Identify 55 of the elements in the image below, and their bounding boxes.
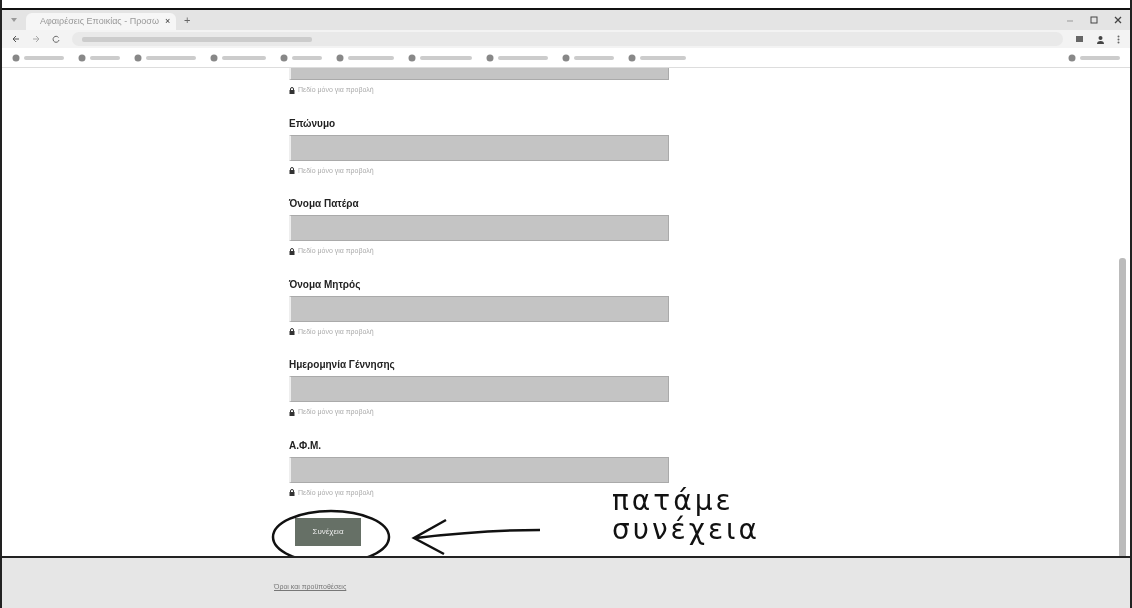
input-field[interactable] <box>289 376 669 402</box>
handwritten-note: συνέχεια <box>612 515 760 545</box>
tab-title: Αφαιρέσεις Εποικίας - Προσω <box>40 15 159 29</box>
close-icon[interactable] <box>1114 16 1122 24</box>
bookmark-item[interactable] <box>628 53 686 62</box>
field-label: Ημερομηνία Γέννησης <box>289 358 396 372</box>
bookmark-item[interactable] <box>210 53 266 62</box>
bookmark-item[interactable] <box>134 53 196 62</box>
handwritten-note: πατάμε <box>612 486 734 516</box>
tab-list-icon[interactable] <box>10 17 18 23</box>
scrollbar[interactable] <box>1119 258 1126 556</box>
bookmark-item[interactable] <box>336 53 394 62</box>
lock-icon <box>289 86 295 94</box>
browser-tab[interactable]: Αφαιρέσεις Εποικίας - Προσω × <box>26 13 176 31</box>
input-field[interactable] <box>289 456 669 483</box>
bookmark-item[interactable] <box>486 53 548 62</box>
input-field[interactable] <box>289 295 669 322</box>
bookmark-item[interactable] <box>78 53 120 62</box>
lock-icon <box>289 247 295 255</box>
bookmark-favicon-icon <box>280 53 288 62</box>
bookmark-favicon-icon <box>210 53 218 62</box>
bookmark-item[interactable] <box>1068 53 1120 62</box>
bookmark-item[interactable] <box>562 53 614 62</box>
bookmark-favicon-icon <box>78 53 86 62</box>
bookmark-favicon-icon <box>12 53 20 62</box>
lock-icon <box>289 408 295 416</box>
field-label: Όνομα Μητρός <box>289 277 362 292</box>
field-label: Α.Φ.Μ. <box>289 438 323 453</box>
profile-icon[interactable] <box>1096 34 1105 44</box>
back-icon[interactable] <box>12 35 20 43</box>
input-field[interactable] <box>289 134 669 161</box>
lock-icon <box>289 167 295 175</box>
restore-icon[interactable] <box>1090 16 1098 24</box>
bookmark-favicon-icon <box>134 53 142 62</box>
field-label: Όνομα Πατέρα <box>289 197 360 211</box>
extension-icon[interactable] <box>1075 34 1084 44</box>
tab-close-button[interactable]: × <box>164 15 171 29</box>
menu-icon[interactable] <box>1117 34 1120 44</box>
bookmark-favicon-icon <box>562 53 570 62</box>
bookmark-item[interactable] <box>408 53 472 62</box>
input-field[interactable] <box>289 215 669 241</box>
forward-icon[interactable] <box>32 35 40 43</box>
bookmark-item[interactable] <box>12 53 64 62</box>
bookmark-favicon-icon <box>628 53 636 62</box>
bookmark-favicon-icon <box>1068 53 1076 62</box>
reload-icon[interactable] <box>52 35 60 43</box>
field-label: Επώνυμο <box>289 116 337 131</box>
bookmark-favicon-icon <box>336 53 344 62</box>
lock-icon <box>289 328 295 336</box>
bookmark-favicon-icon <box>486 53 494 62</box>
bookmark-item[interactable] <box>280 53 322 62</box>
new-tab-button[interactable]: + <box>184 11 191 29</box>
continue-button[interactable]: Συνέχεια <box>295 518 361 546</box>
bookmark-favicon-icon <box>408 53 416 62</box>
lock-icon <box>289 489 295 497</box>
